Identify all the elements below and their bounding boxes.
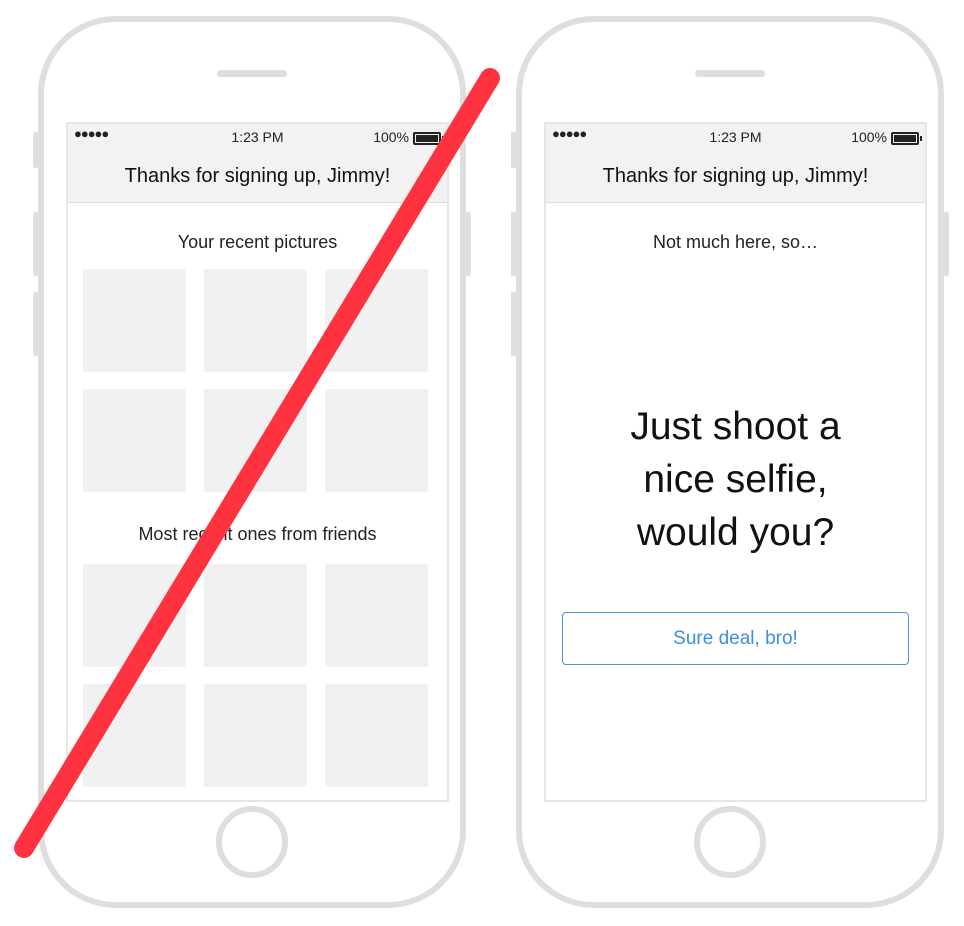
screen-left: ●●●●● 1:23 PM 100% Thanks for signing up… — [66, 122, 449, 802]
picture-tile[interactable] — [83, 684, 186, 787]
speaker — [695, 70, 765, 77]
power-button — [466, 212, 471, 276]
picture-tile[interactable] — [325, 564, 428, 667]
nav-title: Thanks for signing up, Jimmy! — [68, 150, 447, 203]
phone-right: ●●●●● 1:23 PM 100% Thanks for signing up… — [511, 16, 949, 908]
power-button — [944, 212, 949, 276]
friends-pictures-grid — [83, 564, 431, 787]
speaker — [217, 70, 287, 77]
picture-tile[interactable] — [83, 564, 186, 667]
picture-tile[interactable] — [325, 269, 428, 372]
home-button — [694, 806, 766, 878]
battery-icon — [891, 132, 922, 145]
nav-title: Thanks for signing up, Jimmy! — [546, 150, 925, 203]
home-button — [216, 806, 288, 878]
picture-tile[interactable] — [83, 389, 186, 492]
friends-pictures-title: Most recent ones from friends — [138, 524, 377, 544]
mute-switch — [33, 132, 38, 168]
selfie-prompt: Just shoot a nice selfie, would you? — [546, 400, 925, 559]
volume-up-button — [33, 212, 38, 276]
picture-tile[interactable] — [204, 269, 307, 372]
picture-tile[interactable] — [204, 389, 307, 492]
battery-percent: 100% — [851, 129, 887, 145]
volume-down-button — [33, 292, 38, 356]
sure-deal-button[interactable]: Sure deal, bro! — [562, 612, 909, 665]
recent-pictures-title: Your recent pictures — [177, 232, 338, 252]
status-bar: ●●●●● 1:23 PM 100% — [546, 124, 925, 150]
volume-down-button — [511, 292, 516, 356]
picture-tile[interactable] — [83, 269, 186, 372]
selfie-prompt-line: Just shoot a — [630, 405, 841, 448]
volume-up-button — [511, 212, 516, 276]
selfie-prompt-line: nice selfie, — [643, 458, 828, 501]
empty-state-title: Not much here, so… — [652, 232, 819, 252]
picture-tile[interactable] — [204, 564, 307, 667]
mute-switch — [511, 132, 516, 168]
picture-tile[interactable] — [325, 389, 428, 492]
battery-percent: 100% — [373, 129, 409, 145]
picture-tile[interactable] — [204, 684, 307, 787]
battery-icon — [413, 132, 444, 145]
picture-tile[interactable] — [325, 684, 428, 787]
status-bar: ●●●●● 1:23 PM 100% — [68, 124, 447, 150]
screen-right: ●●●●● 1:23 PM 100% Thanks for signing up… — [544, 122, 927, 802]
recent-pictures-grid — [83, 269, 431, 492]
selfie-prompt-line: would you? — [636, 511, 835, 554]
phone-left: ●●●●● 1:23 PM 100% Thanks for signing up… — [33, 16, 471, 908]
